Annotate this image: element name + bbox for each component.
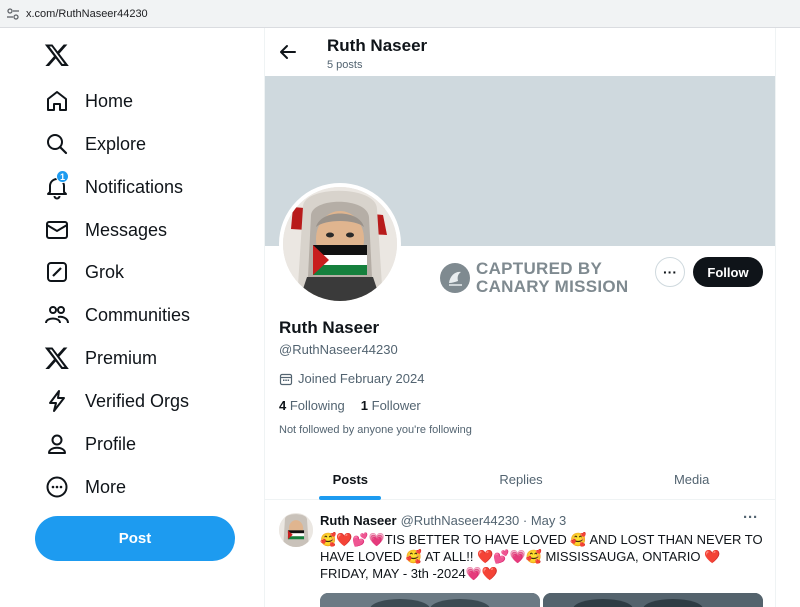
sidebar-item-messages[interactable]: Messages <box>44 215 167 245</box>
header-profile-name: Ruth Naseer <box>327 36 428 55</box>
sidebar-item-profile[interactable]: Profile <box>44 429 136 459</box>
sidebar-item-verified-orgs[interactable]: Verified Orgs <box>44 386 189 416</box>
tweet-text: 🥰❤️💕💗TIS BETTER TO HAVE LOVED 🥰 AND LOST… <box>320 532 763 581</box>
lightning-icon <box>49 390 65 412</box>
canary-logo-icon <box>440 263 470 293</box>
tweet-media-image-2[interactable] <box>543 593 763 607</box>
sidebar-item-label: Notifications <box>85 176 184 197</box>
sidebar-item-premium[interactable]: Premium <box>44 343 157 373</box>
follow-button[interactable]: Follow <box>693 257 763 287</box>
sidebar-item-grok[interactable]: Grok <box>44 257 124 287</box>
tweet-media-image-1[interactable] <box>320 593 540 607</box>
header-post-count: 5 posts <box>327 59 363 71</box>
sidebar-item-label: Messages <box>85 219 168 240</box>
tweet-avatar[interactable] <box>279 513 313 547</box>
home-icon <box>47 91 67 111</box>
sidebar-item-label: Grok <box>85 261 125 282</box>
followers-label: Follower <box>371 398 421 413</box>
sidebar-item-notifications[interactable]: 1 Notifications <box>44 170 184 202</box>
sidebar-item-label: Home <box>85 90 134 111</box>
x-logo-icon <box>44 347 69 370</box>
watermark-line-1: CAPTURED BY <box>476 259 603 278</box>
browser-address-bar[interactable]: x.com/RuthNaseer44230 <box>0 0 800 28</box>
tweet-avatar-image <box>279 513 313 547</box>
x-logo-icon[interactable] <box>44 42 70 68</box>
profile-main: Ruth Naseer 5 posts CAPTURED BY CANARY M… <box>264 28 776 607</box>
sidebar-item-label: Explore <box>85 133 147 154</box>
tweet[interactable]: Ruth Naseer @RuthNaseer44230 · May 3 ···… <box>265 506 775 607</box>
people-icon <box>45 306 69 324</box>
profile-header-bar: Ruth Naseer 5 posts <box>265 28 775 76</box>
more-circle-icon <box>46 476 68 498</box>
sidebar: Home Explore 1 Notifications Messages Gr… <box>0 28 264 607</box>
tweet-more-button[interactable]: ··· <box>743 509 758 526</box>
site-settings-icon[interactable] <box>6 7 20 21</box>
joined-date: Joined February 2024 <box>279 371 424 386</box>
search-icon <box>47 134 68 155</box>
following-link[interactable]: 4 Following <box>279 398 345 413</box>
tweet-meta[interactable]: @RuthNaseer44230 · May 3 <box>401 513 567 528</box>
url-text[interactable]: x.com/RuthNaseer44230 <box>26 8 148 20</box>
sidebar-item-home[interactable]: Home <box>44 86 133 116</box>
tweet-media[interactable] <box>320 593 763 607</box>
tab-label: Media <box>673 472 710 487</box>
more-options-button[interactable]: ··· <box>655 257 685 287</box>
tab-replies[interactable]: Replies <box>436 460 607 499</box>
tab-label: Replies <box>499 472 543 487</box>
tweet-author-name[interactable]: Ruth Naseer <box>320 513 397 528</box>
post-button[interactable]: Post <box>35 516 235 561</box>
profile-name: Ruth Naseer <box>279 318 380 337</box>
tab-posts[interactable]: Posts <box>265 460 436 500</box>
following-label: Following <box>289 398 345 413</box>
joined-text: Joined February 2024 <box>298 371 425 386</box>
following-count: 4 <box>279 398 287 413</box>
calendar-icon <box>279 373 293 385</box>
active-tab-indicator <box>319 496 382 500</box>
person-icon <box>48 434 66 454</box>
sidebar-item-label: Premium <box>85 347 158 368</box>
bell-icon-wrap: 1 <box>44 170 70 200</box>
sidebar-item-label: More <box>85 476 127 497</box>
envelope-icon <box>46 221 68 239</box>
watermark-line-2: CANARY MISSION <box>476 277 629 296</box>
sidebar-item-label: Profile <box>85 433 137 454</box>
grok-icon <box>47 262 67 282</box>
sidebar-item-communities[interactable]: Communities <box>44 300 190 330</box>
tweet-header: Ruth Naseer @RuthNaseer44230 · May 3 <box>320 513 566 528</box>
back-arrow-icon[interactable] <box>279 43 297 61</box>
watermark-text: CAPTURED BY CANARY MISSION <box>476 260 629 296</box>
sidebar-item-label: Communities <box>85 304 191 325</box>
profile-handle: @RuthNaseer44230 <box>279 342 398 357</box>
tab-media[interactable]: Media <box>606 460 775 499</box>
not-followed-note: Not followed by anyone you're following <box>279 424 472 436</box>
profile-tabs: Posts Replies Media <box>265 460 775 500</box>
avatar-image <box>283 187 397 301</box>
tab-label: Posts <box>332 472 369 487</box>
sidebar-item-label: Verified Orgs <box>85 390 190 411</box>
canary-mission-watermark: CAPTURED BY CANARY MISSION <box>440 260 629 296</box>
sidebar-item-more[interactable]: More <box>44 472 126 502</box>
followers-count: 1 <box>360 398 369 413</box>
follow-stats: 4 Following 1 Follower <box>279 398 437 413</box>
notification-badge: 1 <box>56 170 69 183</box>
profile-avatar[interactable] <box>279 183 401 305</box>
followers-link[interactable]: 1 Follower <box>361 398 421 413</box>
sidebar-item-explore[interactable]: Explore <box>44 129 146 159</box>
